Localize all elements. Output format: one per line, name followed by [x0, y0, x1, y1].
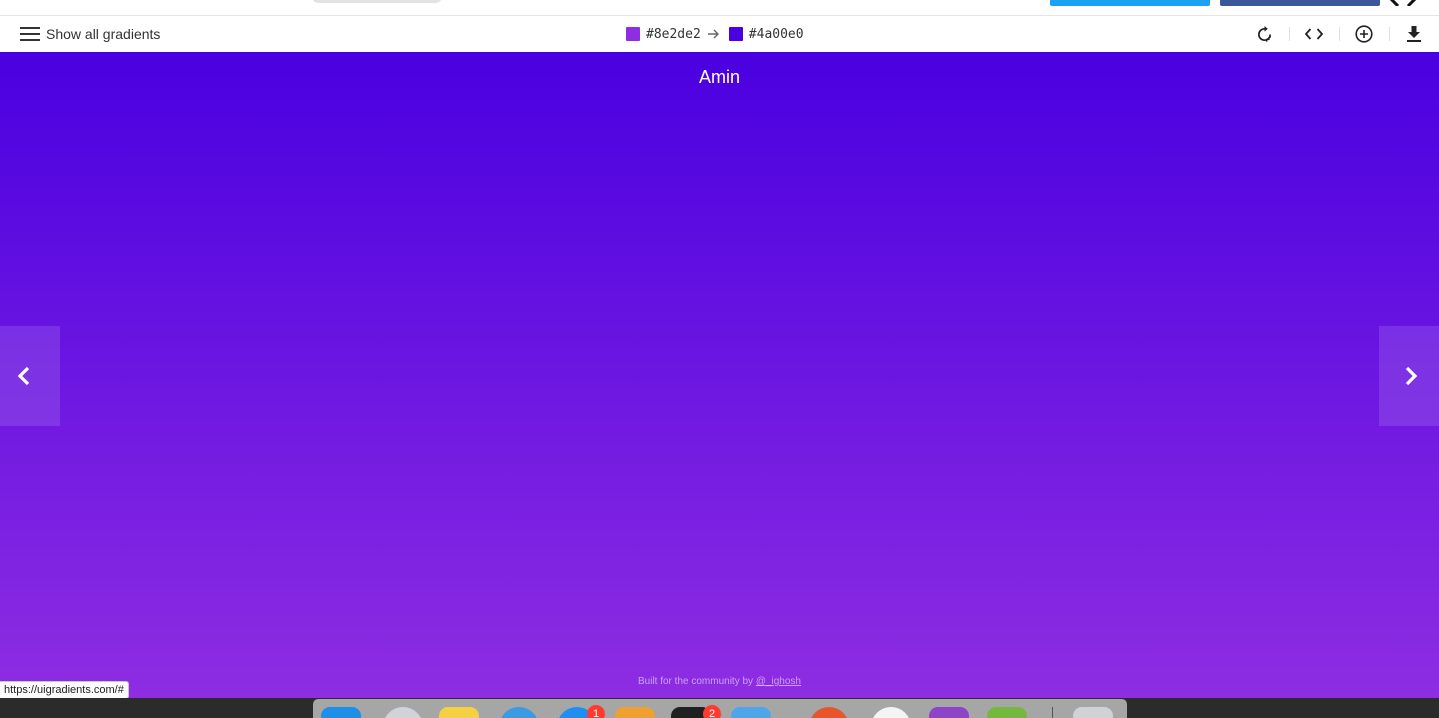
app-store-badge: 1 [587, 705, 605, 718]
activity-badge: 2 [703, 705, 721, 718]
author-link[interactable]: @_ighosh [756, 676, 801, 687]
download-icon [1407, 26, 1421, 42]
code-icon [1305, 28, 1323, 40]
add-circle-icon [1355, 25, 1373, 43]
arrow-right-icon [707, 29, 720, 39]
visual-studio-app-icon[interactable] [929, 707, 969, 718]
page-header-strip [0, 0, 1439, 16]
firefox-app-icon[interactable] [809, 707, 849, 718]
add-gradient-button[interactable] [1339, 16, 1389, 52]
terminal-app-icon[interactable] [987, 707, 1027, 718]
header-search-pill[interactable] [312, 0, 442, 3]
folder-app-icon[interactable] [731, 707, 771, 718]
toolbar: Show all gradients #8e2de2 #4a00e0 [0, 16, 1439, 52]
color-to-swatch [728, 27, 743, 41]
color-to-hex[interactable]: #4a00e0 [749, 27, 804, 42]
rotate-icon [1257, 25, 1271, 42]
show-all-gradients-label: Show all gradients [46, 26, 161, 42]
trash-icon[interactable] [1073, 707, 1113, 718]
previous-gradient-button[interactable] [0, 326, 60, 426]
facebook-share-button[interactable] [1220, 0, 1380, 6]
notes-app-icon[interactable] [439, 707, 479, 718]
hamburger-menu-icon [20, 27, 40, 41]
finder-app-icon[interactable] [321, 707, 361, 718]
footer-credit-text: Built for the community by [637, 676, 754, 687]
gradient-name: Amin [698, 67, 740, 87]
macos-dock: 1 2 [313, 699, 1127, 718]
launchpad-app-icon[interactable] [383, 707, 423, 718]
github-icon[interactable] [1390, 0, 1420, 6]
chevron-left-icon [17, 366, 30, 386]
get-css-code-button[interactable] [1289, 16, 1339, 52]
chrome-app-icon[interactable] [871, 707, 911, 718]
show-all-gradients-button[interactable]: Show all gradients [20, 16, 160, 52]
rotate-gradient-button[interactable] [1239, 16, 1289, 52]
status-bar-url: https://uigradients.com/# [0, 681, 129, 699]
download-gradient-button[interactable] [1389, 16, 1439, 52]
chevron-right-icon [1405, 366, 1418, 386]
footer-credit: Built for the community by @_ighosh [0, 676, 1439, 687]
twitter-share-button[interactable] [1050, 0, 1210, 6]
dock-separator [1052, 707, 1053, 718]
toolbar-actions [1239, 16, 1439, 52]
next-gradient-button[interactable] [1379, 326, 1439, 426]
color-from-swatch [626, 27, 640, 41]
gradient-canvas: Amin Built for the community by @_ighosh [0, 52, 1439, 698]
gradient-colors: #8e2de2 #4a00e0 [626, 16, 804, 52]
safari-app-icon[interactable] [499, 707, 539, 718]
color-from-hex[interactable]: #8e2de2 [646, 27, 701, 42]
pages-app-icon[interactable] [615, 707, 655, 718]
